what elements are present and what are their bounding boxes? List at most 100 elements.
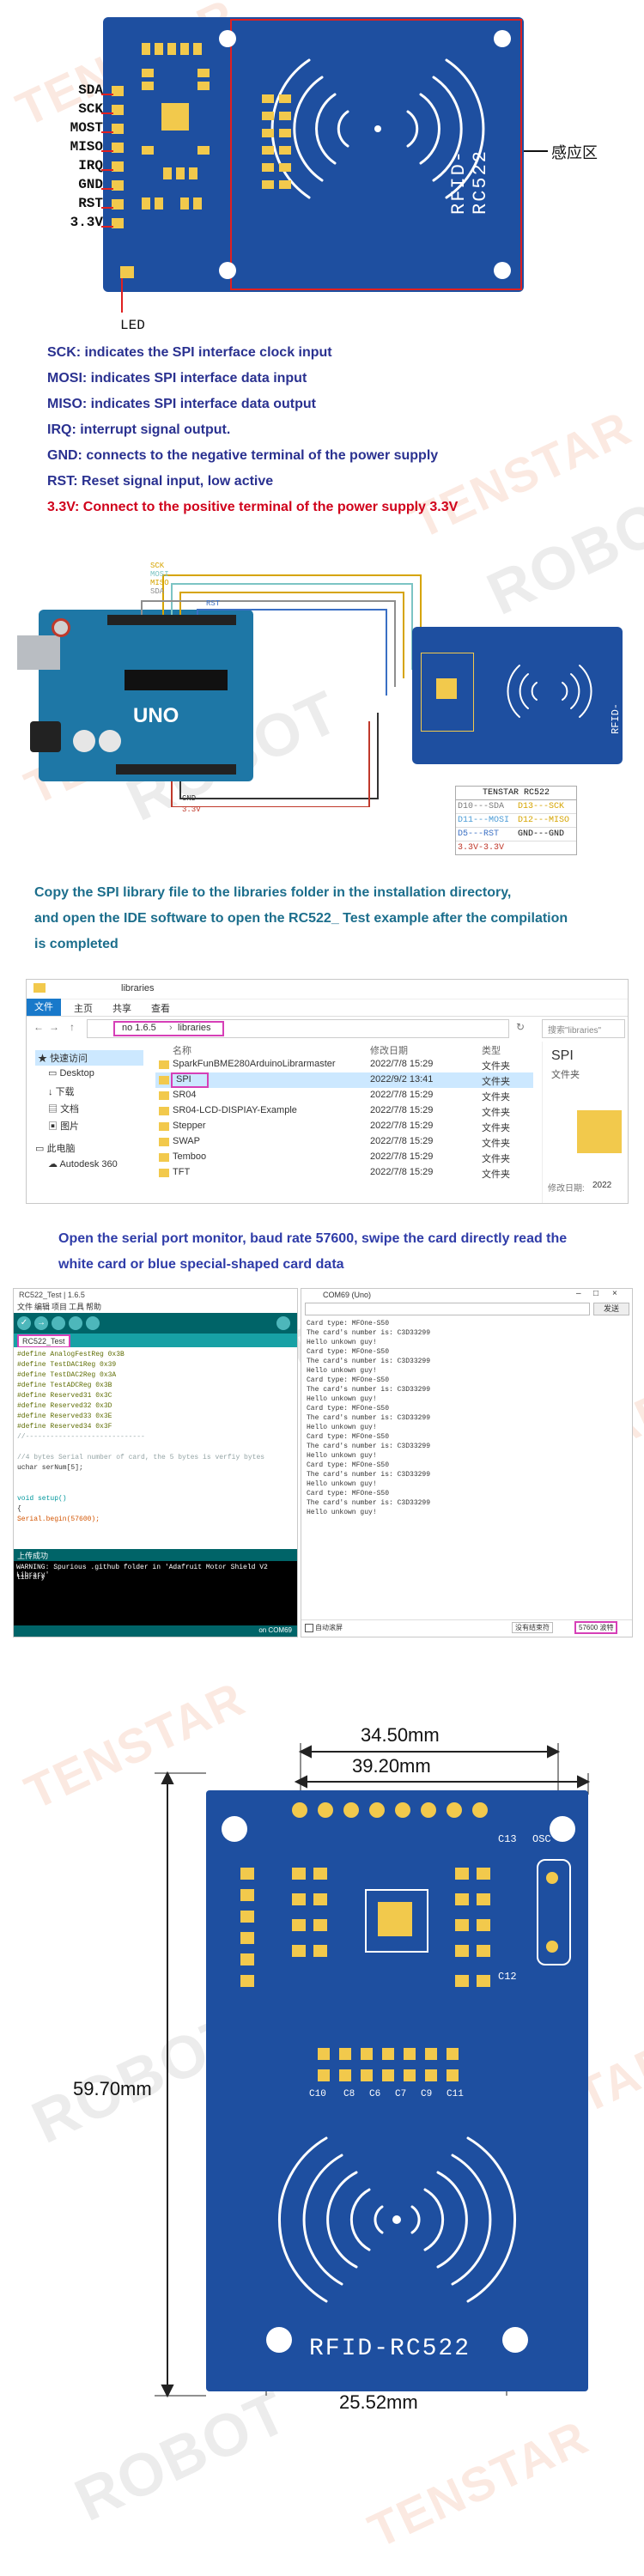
preview-date: 2022	[592, 1181, 612, 1190]
nav-downloads[interactable]: ↓ 下载	[48, 1084, 75, 1098]
file-row[interactable]: TFT 2022/7/8 15:29 文件夹	[155, 1165, 533, 1181]
search-input[interactable]: 搜索"libraries"	[542, 1019, 625, 1038]
menu-sketch[interactable]: 项目	[52, 1301, 67, 1312]
chip	[161, 103, 189, 131]
file-list-header: 名称 修改日期 类型	[155, 1042, 533, 1057]
new-icon[interactable]	[52, 1316, 65, 1330]
nav-pane: ★ 快速访问 ▭ Desktop ↓ 下载 ▤ 文档 ▣ 图片 ▭ 此电脑 ☁ …	[27, 1040, 147, 1203]
folder-icon	[159, 1107, 169, 1115]
pad-label: OSC	[532, 1833, 551, 1845]
file-explorer-window: libraries 文件 主页 共享 查看 ← → ↑ no 1.6.5 › l…	[26, 979, 629, 1204]
table-cell	[516, 841, 576, 854]
board-label: RFID-RC522	[309, 2336, 471, 2362]
file-row[interactable]: SR04 2022/7/8 15:29 文件夹	[155, 1088, 533, 1103]
folder-icon	[159, 1153, 169, 1162]
ide-tab-bar: RC522_Test	[14, 1334, 297, 1348]
line-ending-select[interactable]: 没有结束符	[512, 1622, 553, 1633]
menu-edit[interactable]: 编辑	[34, 1301, 50, 1312]
nav-desktop[interactable]: ▭ Desktop	[48, 1067, 94, 1078]
refresh-icon[interactable]: ↻	[516, 1021, 525, 1033]
file-row[interactable]: SR04-LCD-DISPIAY-Example 2022/7/8 15:29 …	[155, 1103, 533, 1119]
pin-label-gnd: GND	[78, 177, 103, 192]
upload-icon[interactable]: →	[34, 1316, 48, 1330]
preview-pane: SPI 文件夹 修改日期: 2022	[542, 1042, 629, 1203]
code-editor[interactable]: #define AnalogFestReg 0x3B #define TestD…	[14, 1347, 297, 1549]
tab-home[interactable]: 主页	[74, 1001, 93, 1015]
pin-label-sda: SDA	[78, 82, 103, 98]
table-title: TENSTAR RC522	[456, 787, 576, 800]
pin-descriptions: SCK: indicates the SPI interface clock i…	[0, 343, 644, 524]
up-icon[interactable]: ↑	[70, 1021, 75, 1033]
folder-icon	[159, 1122, 169, 1131]
dim-height: 59.70mm	[73, 2078, 152, 2099]
nav-documents[interactable]: ▤ 文档	[48, 1102, 79, 1115]
instruction-line: is completed	[34, 937, 118, 951]
menu-file[interactable]: 文件	[17, 1301, 33, 1312]
menu-tools[interactable]: 工具	[69, 1301, 84, 1312]
nav-quick-access[interactable]: ★ 快速访问	[35, 1050, 143, 1066]
wire-label-sda: SDA	[150, 587, 165, 596]
sensing-area-label: 感应区	[551, 144, 598, 161]
tab-share[interactable]: 共享	[112, 1001, 131, 1015]
instruction-library: Copy the SPI library file to the librari…	[34, 880, 627, 957]
pad-label: C13	[498, 1833, 517, 1845]
pin-arrows	[101, 94, 113, 228]
connection-table: TENSTAR RC522 D10---SDA D13---SCK D11---…	[455, 786, 577, 855]
baud-select[interactable]: 57600 波特	[574, 1621, 618, 1634]
serial-input[interactable]	[305, 1303, 590, 1315]
autoscroll-checkbox[interactable]	[305, 1624, 313, 1632]
dim-bottom: 25.52mm	[339, 2391, 418, 2413]
arduino-ide-window: RC522_Test | 1.6.5 文件 编辑 项目 工具 帮助 ✓ → RC…	[13, 1288, 298, 1637]
send-button[interactable]: 发送	[593, 1303, 629, 1315]
file-row[interactable]: Temboo 2022/7/8 15:29 文件夹	[155, 1150, 533, 1165]
board-label: RFID-RC522	[610, 702, 634, 734]
file-row[interactable]: SparkFunBME280ArduinoLibrarmaster 2022/7…	[155, 1057, 533, 1072]
pad-label: C9	[421, 2089, 433, 2099]
wire-label-gnd: GND	[182, 794, 197, 803]
folder-icon	[159, 1138, 169, 1146]
maximize-icon[interactable]: □	[593, 1289, 598, 1298]
desc-sck: SCK: indicates the SPI interface clock i…	[47, 345, 332, 360]
path-segment[interactable]: no 1.6.5	[122, 1023, 156, 1033]
pad-label: C12	[498, 1971, 517, 1983]
pin-label-most: MOST	[70, 120, 103, 136]
folder-icon	[159, 1060, 169, 1069]
col-date[interactable]: 修改日期	[370, 1043, 408, 1057]
file-row-selected[interactable]: SPI 2022/9/2 13:41 文件夹	[155, 1072, 533, 1088]
col-name[interactable]: 名称	[173, 1043, 191, 1057]
save-icon[interactable]	[86, 1316, 100, 1330]
close-icon[interactable]: ×	[612, 1289, 617, 1298]
open-icon[interactable]	[69, 1316, 82, 1330]
nav-this-pc[interactable]: ▭ 此电脑	[35, 1141, 75, 1155]
nav-autodesk[interactable]: ☁ Autodesk 360	[48, 1158, 118, 1170]
pad-label: C10	[309, 2089, 326, 2099]
verify-icon[interactable]: ✓	[17, 1316, 31, 1330]
desc-miso: MISO: indicates SPI interface data outpu…	[47, 397, 316, 411]
path-segment[interactable]: libraries	[178, 1023, 211, 1033]
tab-view[interactable]: 查看	[151, 1001, 170, 1015]
desc-gnd: GND: connects to the negative terminal o…	[47, 448, 439, 463]
tab-file[interactable]: 文件	[27, 999, 61, 1016]
col-type[interactable]: 类型	[482, 1043, 501, 1057]
preview-subtitle: 文件夹	[551, 1070, 580, 1080]
table-cell: 3.3V-3.3V	[458, 843, 505, 853]
autoscroll-label: 自动滚屏	[315, 1624, 343, 1631]
file-row[interactable]: Stepper 2022/7/8 15:29 文件夹	[155, 1119, 533, 1134]
forward-icon[interactable]: →	[49, 1021, 59, 1033]
folder-icon	[159, 1076, 169, 1084]
pin-label-irq: IRQ	[78, 158, 103, 173]
menu-help[interactable]: 帮助	[86, 1301, 101, 1312]
back-icon[interactable]: ←	[33, 1021, 44, 1033]
path-input[interactable]: no 1.6.5 › libraries	[87, 1019, 509, 1038]
sketch-tab[interactable]: RC522_Test	[17, 1334, 70, 1348]
folder-icon	[159, 1169, 169, 1177]
ide-console: WARNING: Spurious .github folder in 'Ada…	[14, 1561, 297, 1625]
file-row[interactable]: SWAP 2022/7/8 15:29 文件夹	[155, 1134, 533, 1150]
serial-monitor-icon[interactable]	[276, 1316, 290, 1330]
minimize-icon[interactable]: –	[576, 1289, 581, 1298]
antenna-icon	[507, 665, 592, 718]
table-cell: D13---SCK	[518, 802, 565, 811]
footer-port: on COM69	[258, 1626, 292, 1634]
ide-status-bar: 上传成功	[14, 1549, 297, 1561]
nav-pictures[interactable]: ▣ 图片	[48, 1119, 79, 1133]
